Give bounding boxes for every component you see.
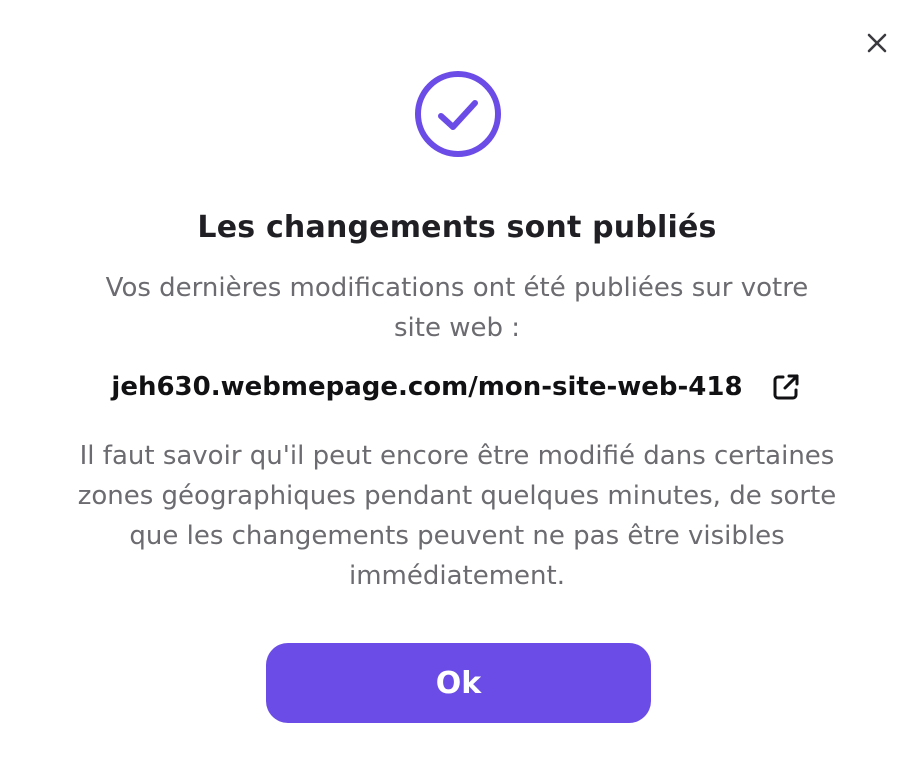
site-url-link[interactable]: jeh630.webmepage.com/mon-site-web-418 — [111, 372, 742, 402]
open-site-button[interactable] — [769, 370, 803, 404]
publish-success-dialog: Les changements sont publiés Vos dernièr… — [0, 0, 914, 778]
ok-button[interactable]: Ok — [266, 643, 651, 723]
dialog-subtitle: Vos dernières modifications ont été publ… — [105, 273, 809, 343]
check-circle-icon — [415, 71, 501, 157]
close-icon — [867, 33, 887, 53]
external-link-icon — [773, 374, 799, 400]
dialog-title: Les changements sont publiés — [197, 210, 717, 245]
site-link-row: jeh630.webmepage.com/mon-site-web-418 — [0, 370, 914, 404]
close-button[interactable] — [860, 26, 894, 60]
propagation-info-text: Il faut savoir qu'il peut encore être mo… — [77, 441, 837, 591]
